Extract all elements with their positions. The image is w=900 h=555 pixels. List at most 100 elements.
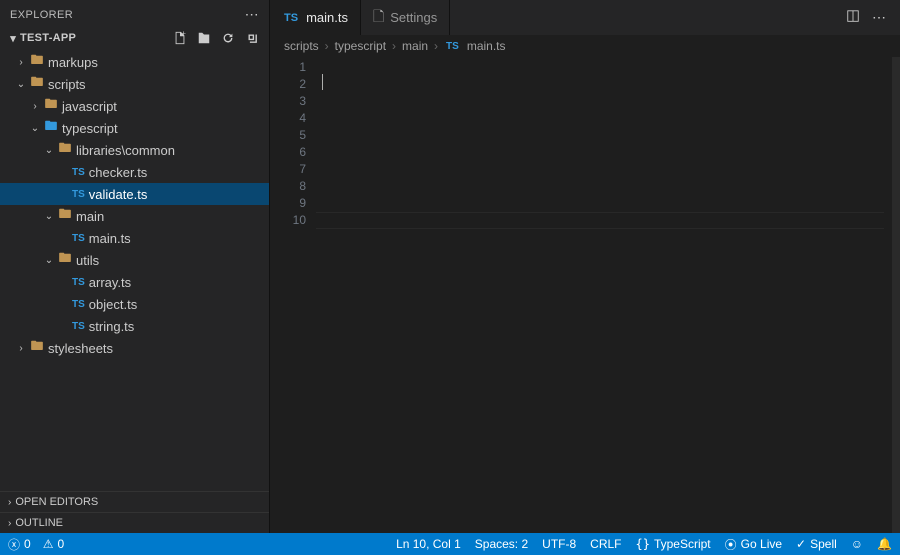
folder-icon: 🖿 <box>28 73 46 95</box>
chevron-down-icon: ⌄ <box>42 211 56 222</box>
status-go-live[interactable]: ⦿ Go Live <box>725 536 782 553</box>
section-label: OUTLINE <box>15 517 63 529</box>
ts-icon: TS <box>70 299 87 310</box>
new-file-icon[interactable] <box>173 31 187 45</box>
tree-folder-libraries-common[interactable]: ⌄ 🖿 libraries\common <box>0 139 269 161</box>
more-actions-icon[interactable]: ⋯ <box>872 9 886 26</box>
ts-icon: TS <box>70 277 87 288</box>
refresh-icon[interactable] <box>221 31 235 45</box>
folder-icon: 🖿 <box>56 249 74 271</box>
chevron-right-icon: › <box>325 39 329 53</box>
breadcrumb-item[interactable]: scripts <box>284 39 319 53</box>
tree-folder-javascript[interactable]: › 🖿 javascript <box>0 95 269 117</box>
explorer-sidebar: EXPLORER ⋯ ▾ TEST-APP <box>0 0 270 533</box>
breadcrumb-item[interactable]: main <box>402 39 428 53</box>
explorer-title: EXPLORER <box>10 9 245 21</box>
ts-icon: TS <box>70 321 87 332</box>
status-errors[interactable]: ⓧ 0 <box>8 536 31 553</box>
status-eol[interactable]: CRLF <box>590 537 621 551</box>
broadcast-icon: ⦿ <box>725 536 737 553</box>
tree-file-checker[interactable]: TS checker.ts <box>0 161 269 183</box>
ts-icon: TS <box>70 189 87 200</box>
chevron-down-icon: ⌄ <box>42 255 56 266</box>
chevron-down-icon: ⌄ <box>42 145 56 156</box>
folder-icon: 🖿 <box>56 139 74 161</box>
tree-folder-stylesheets[interactable]: › 🖿 stylesheets <box>0 337 269 359</box>
breadcrumb-item[interactable]: typescript <box>335 39 386 53</box>
chevron-right-icon: › <box>434 39 438 53</box>
chevron-right-icon: › <box>28 101 42 112</box>
ts-icon: TS <box>444 41 461 52</box>
file-icon: 🗋 <box>373 6 384 30</box>
tree-label: array.ts <box>87 275 131 290</box>
split-editor-icon[interactable] <box>846 9 860 26</box>
status-encoding[interactable]: UTF-8 <box>542 537 576 551</box>
breadcrumb[interactable]: scripts › typescript › main › TS main.ts <box>270 35 900 57</box>
chevron-right-icon: › <box>8 518 11 529</box>
tab-main-ts[interactable]: TS main.ts <box>270 0 361 35</box>
outline-section[interactable]: › OUTLINE <box>0 512 269 533</box>
tree-folder-markups[interactable]: › 🖿 markups <box>0 51 269 73</box>
project-name: TEST-APP <box>20 32 173 44</box>
chevron-right-icon: › <box>8 497 11 508</box>
tab-settings[interactable]: 🗋 Settings <box>361 0 450 35</box>
status-warnings[interactable]: ⚠ 0 <box>43 536 64 553</box>
chevron-down-icon: ⌄ <box>14 79 28 90</box>
chevron-right-icon: › <box>392 39 396 53</box>
status-bar: ⓧ 0 ⚠ 0 Ln 10, Col 1 Spaces: 2 UTF-8 CRL… <box>0 533 900 555</box>
status-feedback-icon[interactable]: ☺ <box>851 537 863 551</box>
collapse-all-icon[interactable] <box>245 31 259 45</box>
tab-label: Settings <box>390 10 437 25</box>
explorer-more-icon[interactable]: ⋯ <box>245 6 259 23</box>
tree-folder-utils[interactable]: ⌄ 🖿 utils <box>0 249 269 271</box>
status-spell[interactable]: ✓ Spell <box>796 537 837 551</box>
ts-icon: TS <box>70 167 87 178</box>
breadcrumb-item[interactable]: main.ts <box>467 39 506 53</box>
file-tree: › 🖿 markups ⌄ 🖿 scripts › 🖿 javascript ⌄… <box>0 49 269 491</box>
project-header[interactable]: ▾ TEST-APP <box>0 29 269 49</box>
status-line-col[interactable]: Ln 10, Col 1 <box>396 537 461 551</box>
tree-file-array[interactable]: TS array.ts <box>0 271 269 293</box>
new-folder-icon[interactable] <box>197 31 211 45</box>
editor-area: TS main.ts 🗋 Settings ⋯ scripts › typesc… <box>270 0 900 533</box>
tree-label: stylesheets <box>46 341 113 356</box>
warning-icon: ⚠ <box>43 537 54 551</box>
check-icon: ✓ <box>796 537 806 551</box>
tree-label: markups <box>46 55 98 70</box>
open-editors-section[interactable]: › OPEN EDITORS <box>0 491 269 512</box>
folder-icon: 🖿 <box>28 51 46 73</box>
line-number-gutter: 12345678910 <box>270 57 316 533</box>
tree-label: main.ts <box>87 231 131 246</box>
explorer-toolbar <box>173 31 259 45</box>
tree-file-validate[interactable]: TS validate.ts <box>0 183 269 205</box>
chevron-right-icon: › <box>14 343 28 354</box>
tree-label: javascript <box>60 99 117 114</box>
status-bell-icon[interactable]: 🔔 <box>877 537 892 551</box>
braces-icon: {} <box>636 537 650 551</box>
tree-label: string.ts <box>87 319 135 334</box>
ts-icon: TS <box>70 233 87 244</box>
folder-icon: 🖿 <box>42 95 60 117</box>
active-line-highlight <box>316 212 884 229</box>
tree-folder-typescript[interactable]: ⌄ 🖿 typescript <box>0 117 269 139</box>
tree-folder-scripts[interactable]: ⌄ 🖿 scripts <box>0 73 269 95</box>
minimap[interactable] <box>892 57 900 533</box>
tree-label: object.ts <box>87 297 137 312</box>
tree-file-string[interactable]: TS string.ts <box>0 315 269 337</box>
status-spaces[interactable]: Spaces: 2 <box>475 537 528 551</box>
chevron-down-icon: ⌄ <box>28 123 42 134</box>
code-text-area[interactable] <box>316 57 892 533</box>
explorer-header: EXPLORER ⋯ <box>0 0 269 29</box>
code-editor[interactable]: 12345678910 <box>270 57 900 533</box>
tree-label: libraries\common <box>74 143 175 158</box>
status-language[interactable]: {} TypeScript <box>636 537 711 551</box>
tree-label: checker.ts <box>87 165 148 180</box>
tree-folder-main[interactable]: ⌄ 🖿 main <box>0 205 269 227</box>
error-icon: ⓧ <box>8 536 20 553</box>
tree-file-object[interactable]: TS object.ts <box>0 293 269 315</box>
editor-tabbar: TS main.ts 🗋 Settings ⋯ <box>270 0 900 35</box>
chevron-right-icon: › <box>14 57 28 68</box>
tree-file-main-ts[interactable]: TS main.ts <box>0 227 269 249</box>
folder-icon: 🖿 <box>28 337 46 359</box>
section-label: OPEN EDITORS <box>15 496 98 508</box>
